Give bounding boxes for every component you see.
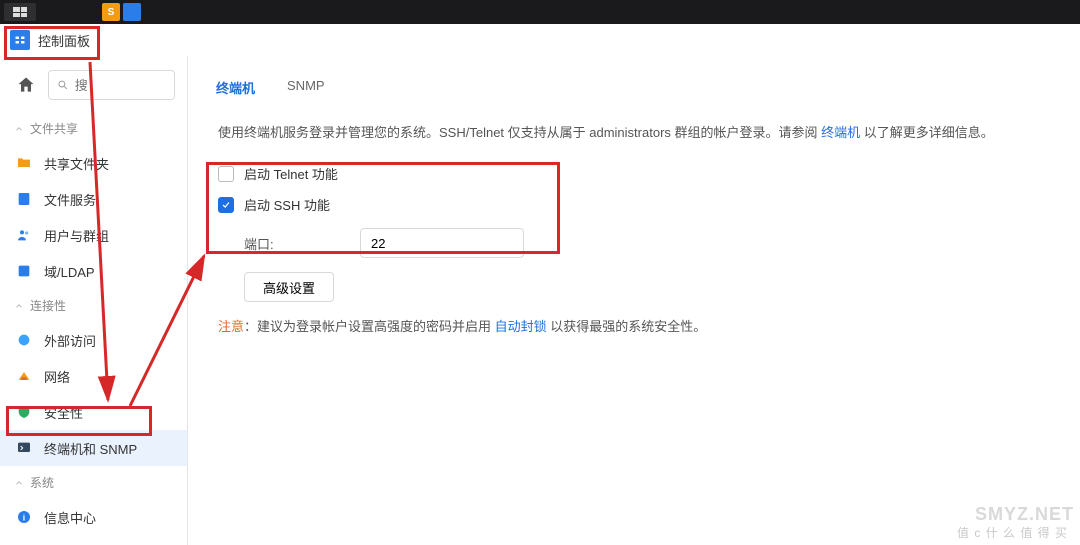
window-titlebar: 控制面板 (0, 24, 1080, 56)
sidebar-item-external-access[interactable]: 外部访问 (0, 322, 187, 358)
security-note: 注意：建议为登录帐户设置高强度的密码并启用 自动封锁 以获得最强的系统安全性。 (218, 302, 1050, 335)
system-taskbar: S (0, 0, 1080, 24)
domain-icon (14, 261, 34, 281)
tab-bar: 终端机 SNMP (214, 74, 1050, 102)
terminal-description: 使用终端机服务登录并管理您的系统。SSH/Telnet 仅支持从属于 admin… (218, 122, 1050, 144)
telnet-option-row: 启动 Telnet 功能 (218, 158, 1050, 189)
apps-menu-button[interactable] (4, 3, 36, 21)
chevron-up-icon (14, 301, 24, 311)
tab-terminal[interactable]: 终端机 (214, 74, 257, 101)
ssh-checkbox[interactable] (218, 197, 234, 213)
chevron-up-icon (14, 124, 24, 134)
file-services-icon (14, 189, 34, 209)
sidebar-item-network[interactable]: 网络 (0, 358, 187, 394)
check-icon (221, 200, 231, 210)
terminal-help-link[interactable]: 终端机 (821, 125, 860, 140)
tab-snmp[interactable]: SNMP (285, 74, 327, 101)
apps-grid-icon (13, 7, 27, 17)
sidebar-item-security[interactable]: 安全性 (0, 394, 187, 430)
sidebar-item-label: 信息中心 (44, 508, 96, 527)
network-icon (14, 366, 34, 386)
users-icon (14, 225, 34, 245)
folder-icon (14, 153, 34, 173)
sidebar-item-label: 文件服务 (44, 190, 96, 209)
search-box[interactable] (48, 70, 175, 100)
sidebar-item-terminal-snmp[interactable]: 终端机和 SNMP (0, 430, 187, 466)
telnet-label: 启动 Telnet 功能 (244, 164, 338, 183)
watermark-brand: 值 c 什 么 值 得 买 (957, 524, 1068, 541)
sidebar: 文件共享 共享文件夹 文件服务 用户与群组 域/LDAP 连接性 外部访问 (0, 56, 188, 545)
sidebar-item-label: 用户与群组 (44, 226, 109, 245)
section-file-share[interactable]: 文件共享 (0, 112, 187, 145)
window-title-text: 控制面板 (38, 31, 90, 50)
ssh-option-row: 启动 SSH 功能 (218, 189, 1050, 220)
chevron-up-icon (14, 478, 24, 488)
sidebar-item-users-groups[interactable]: 用户与群组 (0, 217, 187, 253)
globe-icon (14, 330, 34, 350)
section-connectivity[interactable]: 连接性 (0, 289, 187, 322)
search-icon (57, 78, 69, 92)
section-system[interactable]: 系统 (0, 466, 187, 499)
watermark-site: SMYZ.NET (975, 504, 1074, 525)
main-panel: 终端机 SNMP 使用终端机服务登录并管理您的系统。SSH/Telnet 仅支持… (188, 56, 1080, 545)
terminal-icon (14, 438, 34, 458)
taskbar-app-icon-1[interactable]: S (102, 3, 120, 21)
sidebar-item-label: 域/LDAP (44, 262, 95, 281)
shield-icon (14, 402, 34, 422)
port-row: 端口: (218, 220, 1050, 266)
sidebar-item-label: 终端机和 SNMP (44, 439, 137, 458)
control-panel-icon (10, 30, 30, 50)
sidebar-item-label: 外部访问 (44, 331, 96, 350)
sidebar-item-label: 共享文件夹 (44, 154, 109, 173)
port-label: 端口: (244, 234, 344, 253)
taskbar-app-icon-2[interactable] (123, 3, 141, 21)
home-button[interactable] (12, 71, 40, 99)
sidebar-item-file-services[interactable]: 文件服务 (0, 181, 187, 217)
telnet-checkbox[interactable] (218, 166, 234, 182)
info-icon: i (14, 507, 34, 527)
auto-block-link[interactable]: 自动封锁 (495, 319, 547, 334)
sidebar-item-info-center[interactable]: i 信息中心 (0, 499, 187, 535)
sidebar-item-label: 安全性 (44, 403, 83, 422)
sidebar-item-shared-folder[interactable]: 共享文件夹 (0, 145, 187, 181)
note-label: 注意 (218, 319, 244, 334)
home-icon (16, 75, 36, 95)
ssh-label: 启动 SSH 功能 (244, 195, 330, 214)
advanced-settings-button[interactable]: 高级设置 (244, 272, 334, 302)
search-input[interactable] (75, 78, 166, 93)
svg-text:i: i (23, 512, 25, 522)
port-input[interactable] (360, 228, 524, 258)
sidebar-item-domain-ldap[interactable]: 域/LDAP (0, 253, 187, 289)
sidebar-item-login-portal[interactable]: 登录门户 (0, 535, 187, 545)
sidebar-item-label: 网络 (44, 367, 70, 386)
